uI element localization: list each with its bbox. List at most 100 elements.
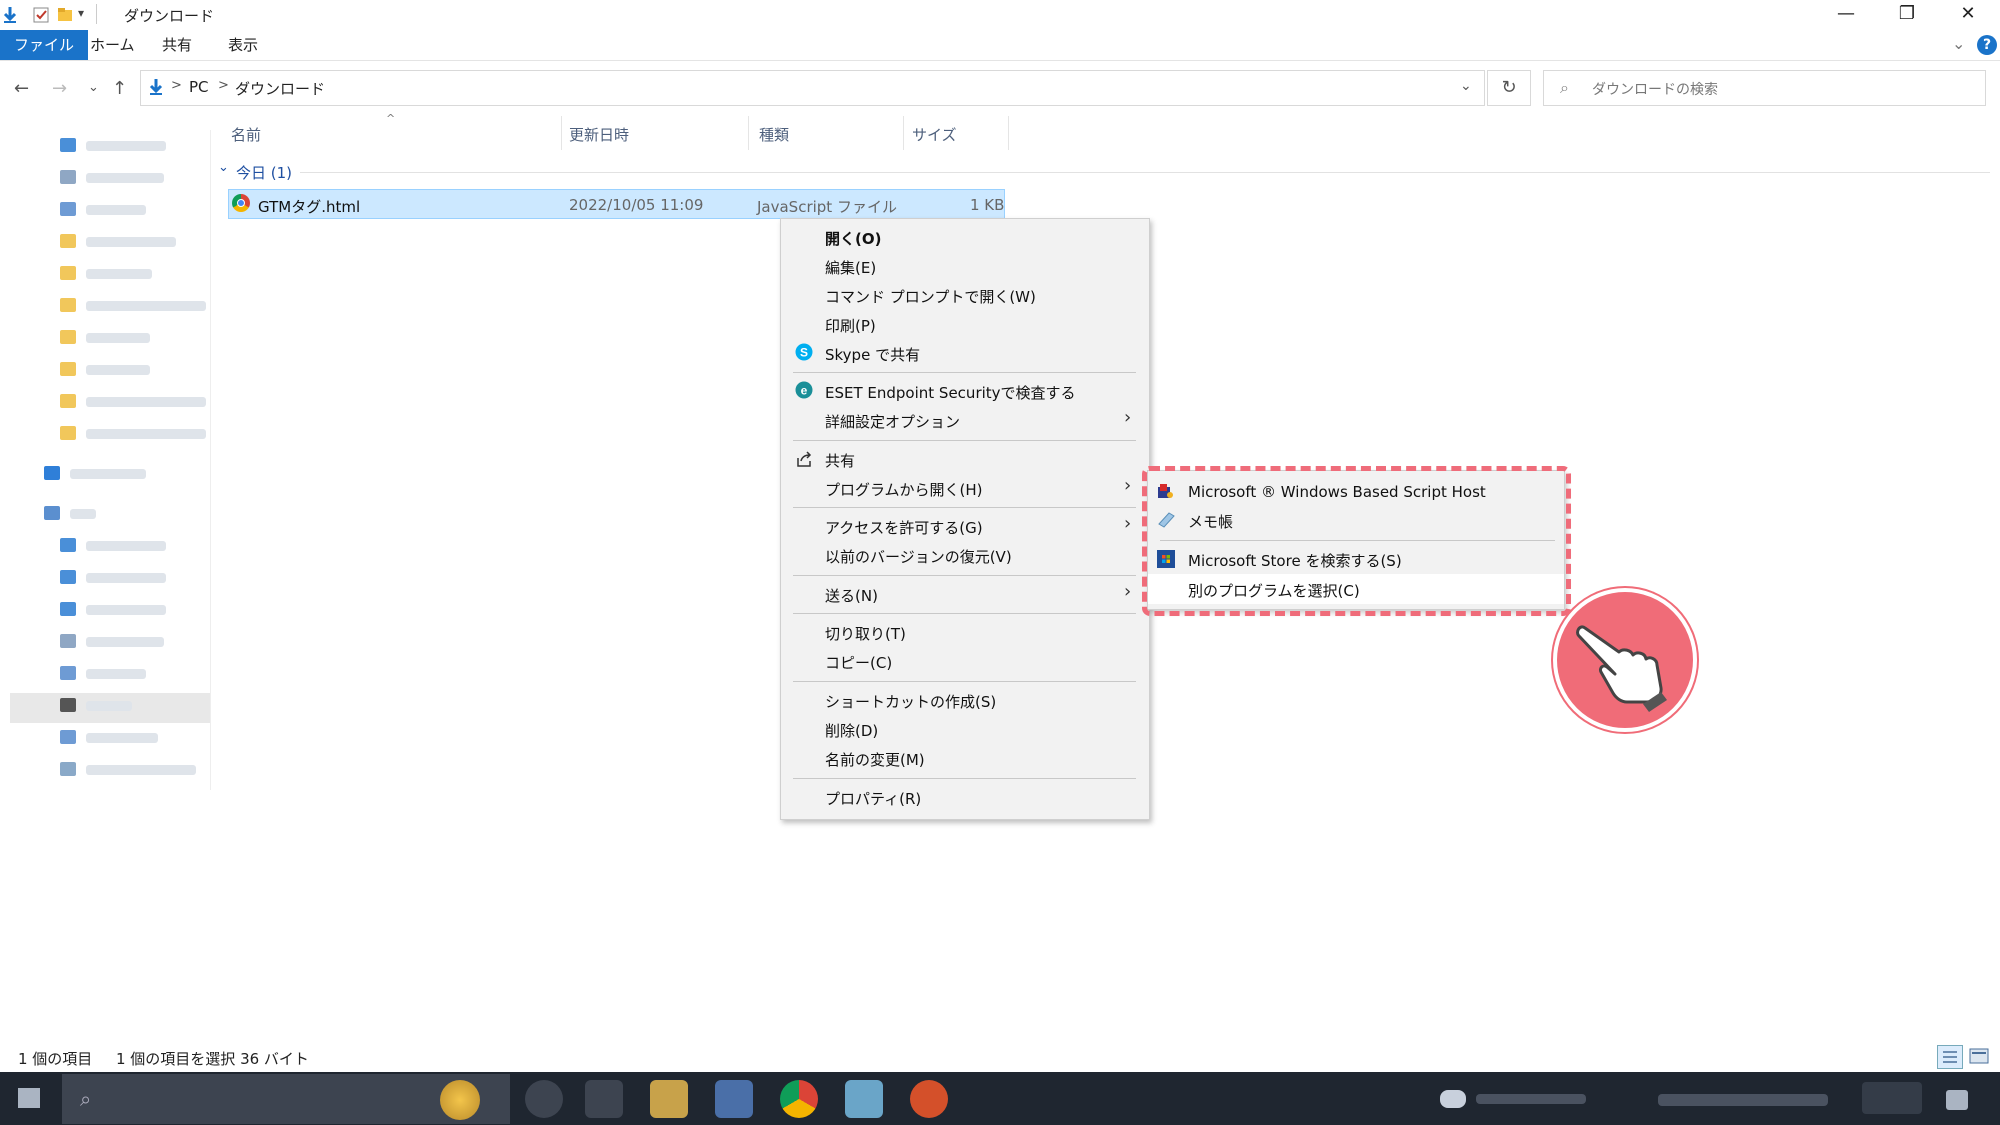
title-bar: ▾ ダウンロード — ❐ ✕ bbox=[0, 0, 2000, 30]
taskbar-app-icon[interactable] bbox=[845, 1080, 883, 1118]
weather-icon[interactable] bbox=[1440, 1090, 1466, 1108]
file-type: JavaScript ファイル bbox=[757, 198, 897, 216]
search-icon: ⌕ bbox=[1560, 78, 1569, 97]
group-divider bbox=[300, 172, 1990, 173]
menu-item-edit[interactable]: 編集(E) bbox=[825, 257, 876, 278]
menu-separator bbox=[793, 613, 1136, 614]
sort-ascending-icon: ^ bbox=[386, 112, 396, 125]
menu-item-print[interactable]: 印刷(P) bbox=[825, 315, 876, 336]
breadcrumb-separator-icon[interactable]: > bbox=[218, 78, 229, 93]
quick-access-dropdown-icon[interactable]: ▾ bbox=[78, 6, 84, 20]
menu-item-rename[interactable]: 名前の変更(M) bbox=[825, 749, 925, 770]
column-header-modified[interactable]: 更新日時 bbox=[569, 124, 629, 145]
file-name[interactable]: GTMタグ.html bbox=[258, 196, 360, 217]
chrome-html-file-icon bbox=[232, 194, 250, 212]
taskbar-app-icon[interactable] bbox=[910, 1080, 948, 1118]
restore-button[interactable]: ❐ bbox=[1876, 0, 1938, 30]
new-folder-icon[interactable] bbox=[56, 5, 74, 25]
menu-item-give-access[interactable]: アクセスを許可する(G) bbox=[825, 517, 983, 538]
breadcrumb-pc[interactable]: PC bbox=[189, 78, 209, 96]
system-tray[interactable] bbox=[1658, 1094, 1828, 1106]
column-divider[interactable] bbox=[561, 116, 562, 150]
submenu-arrow-icon: › bbox=[1124, 475, 1132, 496]
notification-icon[interactable] bbox=[1946, 1090, 1968, 1110]
skype-icon: S bbox=[795, 343, 813, 361]
group-header-today[interactable]: 今日 (1) bbox=[236, 162, 292, 183]
large-icons-view-icon bbox=[1969, 1048, 1989, 1064]
menu-item-delete[interactable]: 削除(D) bbox=[825, 720, 878, 741]
taskbar-search-highlight-icon bbox=[440, 1080, 480, 1120]
submenu-arrow-icon: › bbox=[1124, 513, 1132, 534]
start-icon[interactable] bbox=[18, 1088, 40, 1108]
download-folder-icon bbox=[149, 79, 163, 95]
tab-view[interactable]: 表示 bbox=[214, 30, 272, 60]
address-bar[interactable] bbox=[140, 70, 1485, 106]
download-icon bbox=[3, 7, 17, 23]
file-explorer-taskbar-icon[interactable] bbox=[650, 1080, 688, 1118]
weather-text[interactable] bbox=[1476, 1094, 1586, 1104]
svg-text:S: S bbox=[800, 346, 808, 360]
large-icons-view-button[interactable] bbox=[1969, 1047, 1989, 1065]
taskbar-app-icon[interactable] bbox=[585, 1080, 623, 1118]
tab-file[interactable]: ファイル bbox=[0, 30, 89, 60]
share-icon bbox=[797, 451, 812, 467]
tab-share[interactable]: 共有 bbox=[148, 30, 206, 60]
menu-separator bbox=[793, 440, 1136, 441]
navigation-pane bbox=[0, 130, 210, 790]
search-input[interactable]: ダウンロードの検索 bbox=[1592, 79, 1718, 99]
clock[interactable] bbox=[1862, 1082, 1922, 1114]
help-button[interactable]: ? bbox=[1977, 35, 1997, 55]
tab-home[interactable]: ホーム bbox=[76, 30, 149, 60]
task-view-icon[interactable] bbox=[525, 1080, 563, 1118]
menu-item-open-command-prompt[interactable]: コマンド プロンプトで開く(W) bbox=[825, 286, 1036, 307]
menu-item-open-with[interactable]: プログラムから開く(H) bbox=[825, 479, 983, 500]
file-modified: 2022/10/05 11:09 bbox=[569, 196, 704, 214]
menu-item-skype-share[interactable]: Skype で共有 bbox=[825, 344, 920, 365]
pane-divider[interactable] bbox=[210, 130, 211, 790]
recent-locations-icon[interactable]: ⌄ bbox=[88, 80, 99, 95]
taskbar-app-icon[interactable] bbox=[715, 1080, 753, 1118]
column-divider[interactable] bbox=[903, 116, 904, 150]
menu-item-share[interactable]: 共有 bbox=[825, 450, 855, 471]
group-collapse-icon[interactable]: ⌄ bbox=[218, 160, 229, 175]
highlight-annotation bbox=[1142, 466, 1571, 616]
column-header-size[interactable]: サイズ bbox=[912, 124, 957, 145]
submenu-arrow-icon: › bbox=[1124, 581, 1132, 602]
column-divider[interactable] bbox=[1008, 116, 1009, 150]
menu-item-open[interactable]: 開く(O) bbox=[825, 228, 881, 249]
up-icon[interactable]: ↑ bbox=[112, 78, 127, 99]
menu-separator bbox=[793, 681, 1136, 682]
column-header-name[interactable]: 名前 bbox=[231, 124, 261, 145]
menu-item-cut[interactable]: 切り取り(T) bbox=[825, 623, 906, 644]
menu-item-create-shortcut[interactable]: ショートカットの作成(S) bbox=[825, 691, 996, 712]
menu-item-copy[interactable]: コピー(C) bbox=[825, 652, 892, 673]
taskbar-search-icon: ⌕ bbox=[80, 1087, 92, 1111]
details-view-icon bbox=[1943, 1051, 1957, 1063]
details-view-button[interactable] bbox=[1937, 1045, 1963, 1069]
menu-item-eset-scan[interactable]: ESET Endpoint Securityで検査する bbox=[825, 382, 1076, 403]
breadcrumb-downloads[interactable]: ダウンロード bbox=[235, 78, 325, 99]
column-divider[interactable] bbox=[748, 116, 749, 150]
chrome-taskbar-icon[interactable] bbox=[780, 1080, 818, 1118]
menu-item-send-to[interactable]: 送る(N) bbox=[825, 585, 878, 606]
minimize-button[interactable]: — bbox=[1815, 0, 1877, 30]
back-icon[interactable]: ← bbox=[14, 78, 29, 99]
menu-item-properties[interactable]: プロパティ(R) bbox=[825, 788, 921, 809]
menu-item-restore-previous[interactable]: 以前のバージョンの復元(V) bbox=[825, 546, 1012, 567]
address-dropdown-icon[interactable]: ⌄ bbox=[1460, 78, 1472, 94]
forward-icon[interactable]: → bbox=[52, 78, 67, 99]
svg-text:e: e bbox=[801, 384, 808, 398]
pointing-hand-icon bbox=[1576, 625, 1667, 712]
pointing-hand-badge bbox=[1553, 588, 1697, 732]
menu-item-advanced-options[interactable]: 詳細設定オプション bbox=[825, 411, 960, 432]
properties-icon[interactable] bbox=[32, 5, 50, 25]
refresh-button[interactable]: ↻ bbox=[1487, 70, 1531, 106]
ribbon: ファイル ホーム 共有 表示 bbox=[0, 30, 2000, 61]
column-header-type[interactable]: 種類 bbox=[759, 124, 789, 145]
menu-separator bbox=[793, 507, 1136, 508]
ribbon-expand-icon[interactable]: ⌄ bbox=[1952, 34, 1965, 53]
status-selection: 1 個の項目を選択 36 バイト bbox=[116, 1050, 309, 1068]
breadcrumb-separator-icon[interactable]: > bbox=[171, 78, 182, 93]
file-size: 1 KB bbox=[970, 196, 1005, 214]
close-button[interactable]: ✕ bbox=[1937, 0, 1999, 30]
